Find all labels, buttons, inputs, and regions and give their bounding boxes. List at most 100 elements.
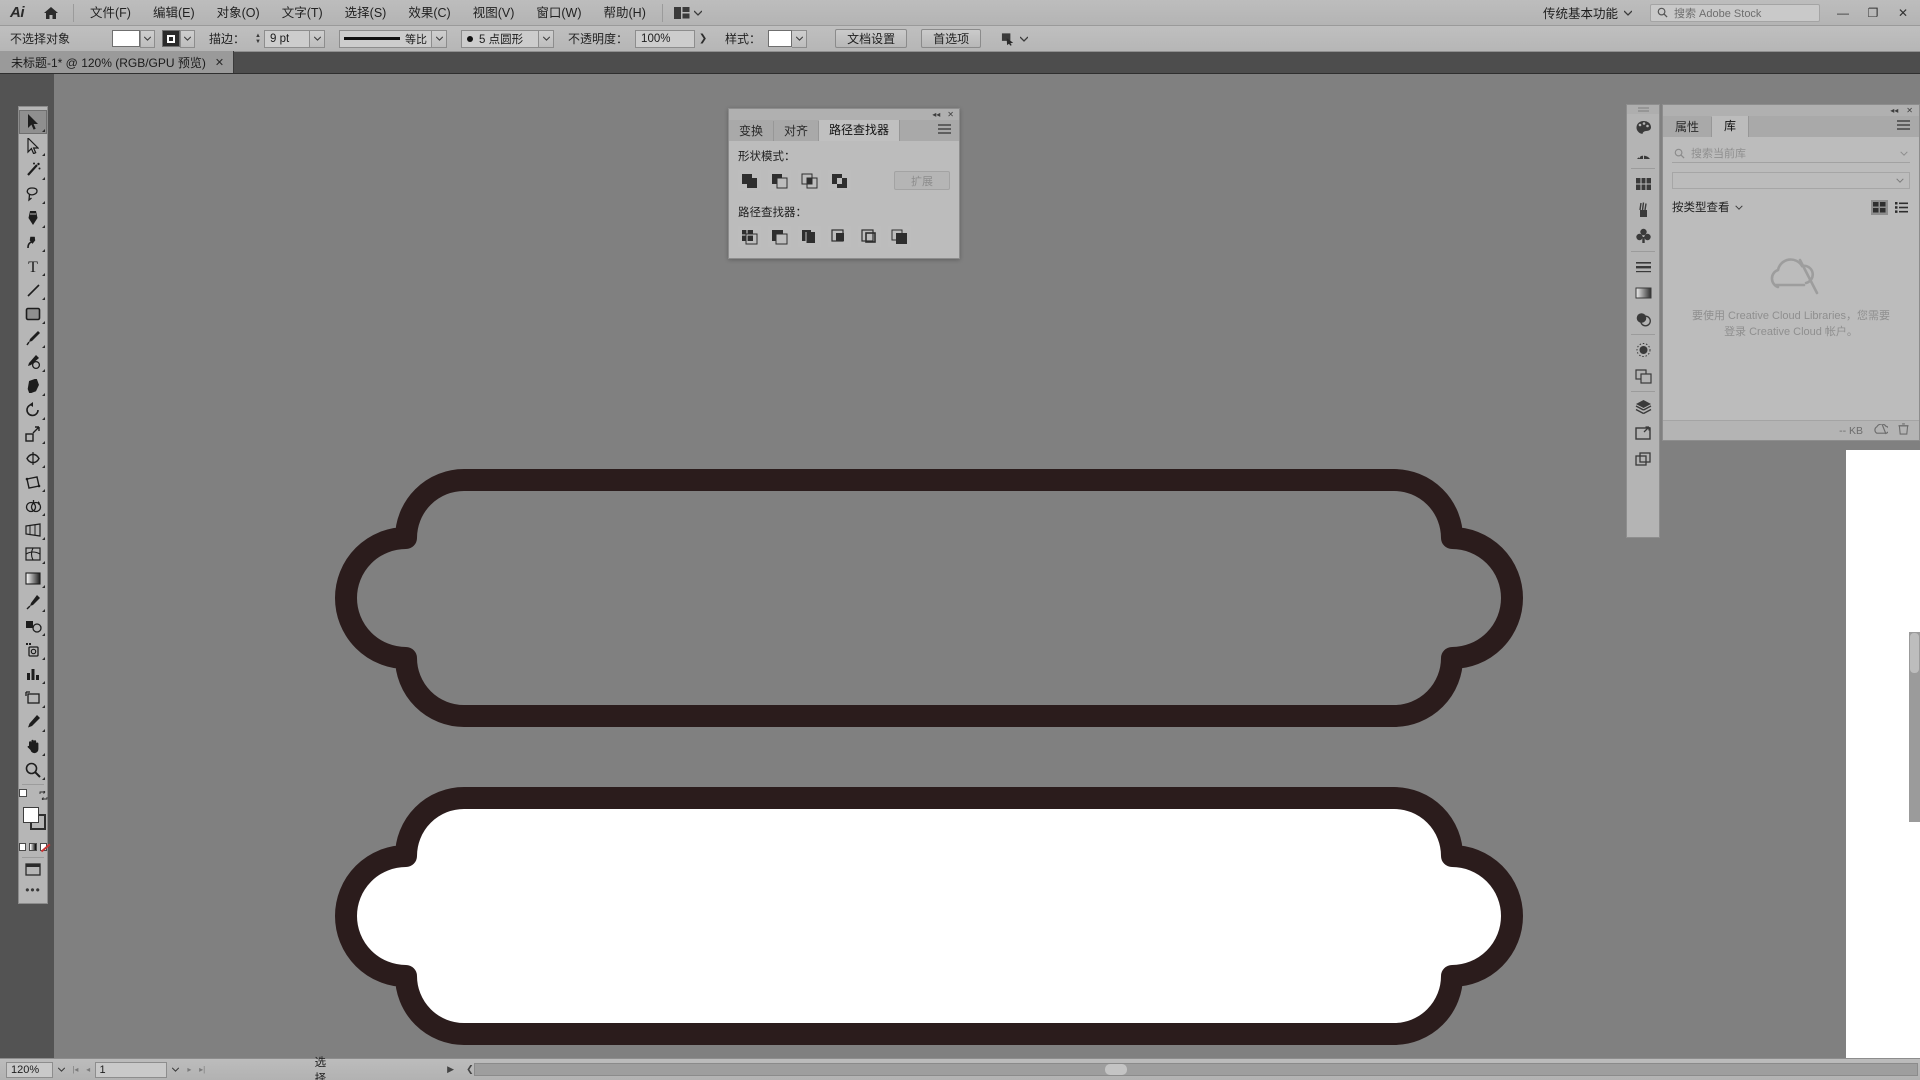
document-tab[interactable]: 未标题-1* @ 120% (RGB/GPU 预览) ✕ — [0, 51, 235, 73]
delete-icon[interactable] — [1898, 423, 1909, 438]
color-icon[interactable] — [1627, 114, 1659, 140]
library-search-input[interactable]: 搜索当前库 — [1672, 144, 1910, 163]
collapse-icon[interactable]: ◂◂ — [1890, 106, 1898, 115]
rotate-tool[interactable] — [19, 398, 47, 422]
fill-dropdown-icon[interactable] — [140, 29, 156, 48]
screen-mode-button[interactable] — [19, 860, 47, 879]
curvature-tool[interactable] — [19, 230, 47, 254]
brushes-icon[interactable] — [1627, 197, 1659, 223]
stroke-dropdown-icon[interactable] — [180, 29, 196, 48]
scrollbar-thumb[interactable] — [1104, 1064, 1127, 1075]
width-tool[interactable] — [19, 446, 47, 470]
minus-front-button[interactable] — [768, 170, 791, 191]
symbol-sprayer-tool[interactable] — [19, 638, 47, 662]
lasso-tool[interactable] — [19, 182, 47, 206]
shape-builder-tool[interactable] — [19, 494, 47, 518]
gradient-icon[interactable] — [1627, 280, 1659, 306]
grid-view-icon[interactable] — [1871, 199, 1888, 215]
library-selector[interactable] — [1672, 172, 1910, 189]
column-graph-tool[interactable] — [19, 662, 47, 686]
artboard-dropdown-icon[interactable] — [167, 1062, 183, 1078]
default-fill-stroke-icon[interactable] — [19, 789, 27, 797]
restore-button[interactable]: ❐ — [1858, 0, 1888, 26]
search-adobe-stock[interactable]: 搜索 Adobe Stock — [1650, 3, 1820, 22]
magic-wand-tool[interactable] — [19, 158, 47, 182]
color-guide-icon[interactable] — [1627, 140, 1659, 166]
dock-grip[interactable] — [1627, 105, 1659, 114]
close-panel-icon[interactable]: ✕ — [1906, 106, 1913, 115]
crop-button[interactable] — [828, 226, 851, 247]
color-mode-icon[interactable] — [19, 843, 27, 851]
stroke-weight-dropdown-icon[interactable] — [310, 29, 326, 48]
swatches-icon[interactable] — [1627, 171, 1659, 197]
artboard-number-input[interactable]: 1 — [94, 1061, 168, 1078]
eraser-tool[interactable] — [19, 374, 47, 398]
next-artboard-button[interactable]: ▸ — [183, 1062, 196, 1078]
horizontal-scrollbar[interactable] — [473, 1063, 1918, 1076]
status-resize-grip[interactable]: ❮ — [466, 1064, 474, 1075]
preferences-button[interactable]: 首选项 — [921, 29, 982, 48]
graphic-styles-icon[interactable] — [1627, 363, 1659, 389]
cloud-banner-outline[interactable] — [214, 468, 1664, 728]
cloud-banner-filled[interactable] — [214, 786, 1664, 1046]
rectangle-tool[interactable] — [19, 302, 47, 326]
graphic-style-swatch[interactable] — [768, 30, 793, 47]
type-tool[interactable]: T — [19, 254, 47, 278]
panel-menu-icon[interactable] — [1888, 117, 1919, 137]
arrange-documents-button[interactable] — [668, 3, 708, 23]
chevron-down-icon[interactable] — [1900, 147, 1908, 159]
line-segment-tool[interactable] — [19, 278, 47, 302]
prev-artboard-button[interactable]: ◂ — [82, 1062, 95, 1078]
zoom-dropdown-icon[interactable] — [53, 1062, 69, 1078]
unite-button[interactable] — [738, 170, 761, 191]
style-dropdown-icon[interactable] — [792, 29, 808, 48]
status-flyout-icon[interactable]: ▶ — [447, 1064, 454, 1075]
outline-button[interactable] — [858, 226, 881, 247]
artboards-icon[interactable] — [1627, 420, 1659, 446]
last-artboard-button[interactable]: ▸| — [196, 1062, 209, 1078]
close-tab-icon[interactable]: ✕ — [215, 56, 224, 69]
menu-select[interactable]: 选择(S) — [334, 2, 398, 24]
selection-tool[interactable] — [19, 110, 47, 134]
asset-export-icon[interactable] — [1627, 446, 1659, 472]
perspective-grid-tool[interactable] — [19, 518, 47, 542]
gradient-mode-icon[interactable] — [29, 843, 37, 851]
document-setup-button[interactable]: 文档设置 — [835, 29, 908, 48]
layers-icon[interactable] — [1627, 394, 1659, 420]
first-artboard-button[interactable]: |◂ — [69, 1062, 82, 1078]
hand-tool[interactable] — [19, 734, 47, 758]
close-button[interactable]: ✕ — [1888, 0, 1918, 26]
fill-color-swatch[interactable] — [112, 30, 141, 47]
slice-tool[interactable] — [19, 710, 47, 734]
minimize-button[interactable]: — — [1828, 0, 1858, 26]
edit-toolbar-icon[interactable]: ••• — [19, 879, 47, 900]
expand-button[interactable]: 扩展 — [894, 171, 950, 190]
tab-transform[interactable]: 变换 — [729, 121, 775, 141]
canvas-vertical-scrollbar[interactable] — [1909, 632, 1920, 822]
paintbrush-tool[interactable] — [19, 326, 47, 350]
fill-indicator-swatch[interactable] — [23, 807, 39, 823]
eyedropper-tool[interactable] — [19, 590, 47, 614]
blend-tool[interactable] — [19, 614, 47, 638]
tab-properties[interactable]: 属性 — [1663, 117, 1713, 137]
view-by-type-label[interactable]: 按类型查看 — [1672, 199, 1730, 215]
artboard-tool[interactable] — [19, 686, 47, 710]
intersect-button[interactable] — [798, 170, 821, 191]
gradient-tool[interactable] — [19, 566, 47, 590]
transparency-icon[interactable] — [1627, 306, 1659, 332]
tab-pathfinder[interactable]: 路径查找器 — [819, 120, 901, 141]
divide-button[interactable] — [738, 226, 761, 247]
brush-definition[interactable]: 5 点圆形 — [461, 29, 540, 48]
opacity-flyout-icon[interactable]: ❯ — [695, 30, 711, 48]
trim-button[interactable] — [768, 226, 791, 247]
workspace-switcher[interactable]: 传统基本功能 — [1533, 3, 1642, 22]
menu-file[interactable]: 文件(F) — [79, 2, 142, 24]
menu-effect[interactable]: 效果(C) — [397, 2, 461, 24]
close-panel-icon[interactable]: ✕ — [947, 110, 954, 119]
free-transform-tool[interactable] — [19, 470, 47, 494]
stroke-icon[interactable] — [1627, 254, 1659, 280]
shaper-tool[interactable] — [19, 350, 47, 374]
stroke-color-swatch[interactable] — [162, 30, 181, 47]
libraries-panel-grip[interactable]: ◂◂ ✕ — [1663, 105, 1919, 116]
menu-type[interactable]: 文字(T) — [271, 2, 334, 24]
